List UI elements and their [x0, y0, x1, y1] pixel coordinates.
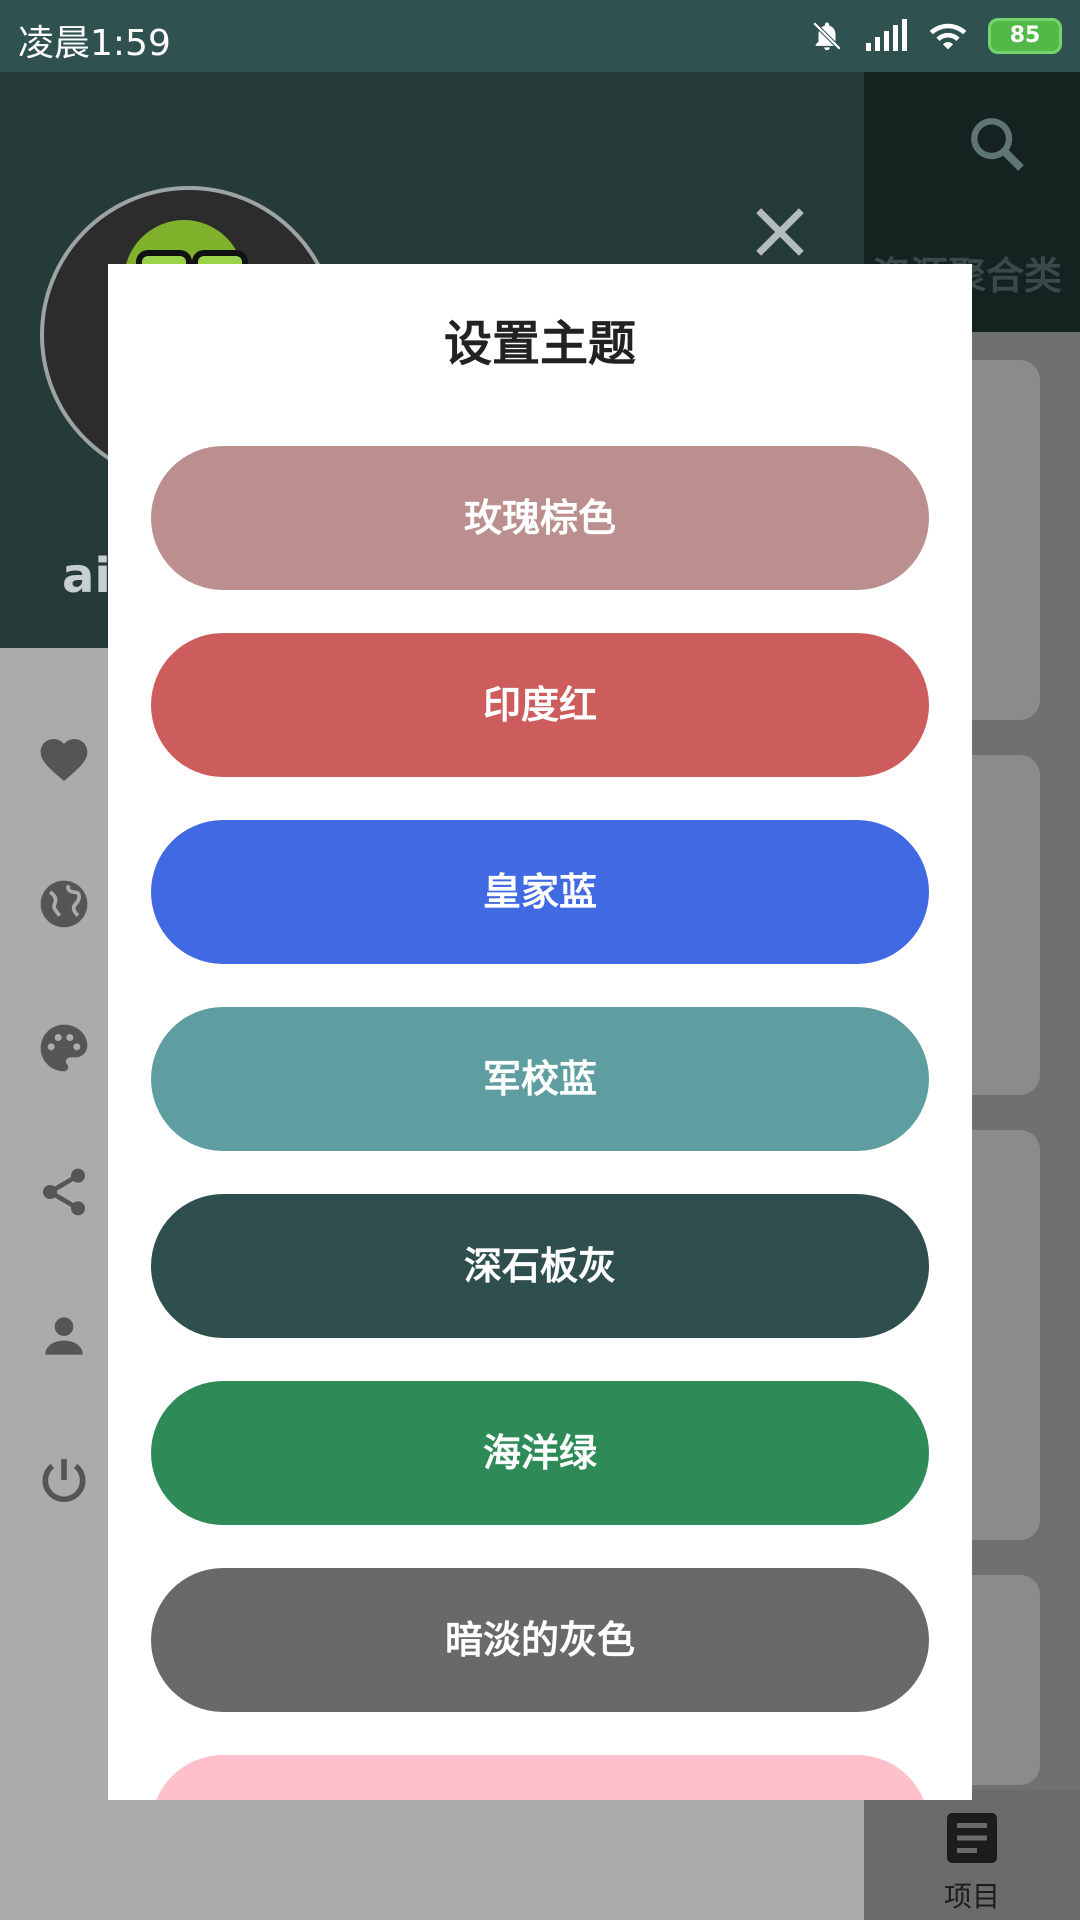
- drawer-user-name: ai: [62, 548, 111, 604]
- theme-dialog: 设置主题 玫瑰棕色印度红皇家蓝军校蓝深石板灰海洋绿暗淡的灰色: [108, 264, 972, 1800]
- person-icon[interactable]: [36, 1308, 92, 1364]
- share-icon[interactable]: [36, 1164, 92, 1220]
- bottom-tab-label: 项目: [943, 1880, 1000, 1913]
- power-icon[interactable]: [36, 1452, 92, 1508]
- theme-button[interactable]: 海洋绿: [151, 1381, 929, 1525]
- status-time: 凌晨1:59: [18, 23, 171, 64]
- theme-button[interactable]: [151, 1755, 929, 1800]
- globe-icon[interactable]: [36, 876, 92, 932]
- search-icon[interactable]: [965, 112, 1029, 176]
- bell-muted-icon: [812, 21, 842, 51]
- theme-button[interactable]: 皇家蓝: [151, 820, 929, 964]
- theme-button[interactable]: 深石板灰: [151, 1194, 929, 1338]
- article-icon: [947, 1813, 997, 1863]
- dialog-title: 设置主题: [443, 316, 636, 372]
- close-icon[interactable]: [748, 200, 812, 264]
- theme-button[interactable]: 暗淡的灰色: [151, 1568, 929, 1712]
- theme-button[interactable]: 印度红: [151, 633, 929, 777]
- palette-icon[interactable]: [36, 1020, 92, 1076]
- theme-button[interactable]: 玫瑰棕色: [151, 446, 929, 590]
- status-bar: 凌晨1:59 85: [0, 0, 1080, 72]
- wifi-icon: [929, 23, 967, 50]
- theme-button[interactable]: 军校蓝: [151, 1007, 929, 1151]
- battery-icon: 85: [988, 18, 1062, 54]
- signal-icon: [866, 19, 907, 51]
- heart-icon[interactable]: [36, 732, 92, 788]
- bottom-tab-projects[interactable]: 项目: [864, 1790, 1080, 1920]
